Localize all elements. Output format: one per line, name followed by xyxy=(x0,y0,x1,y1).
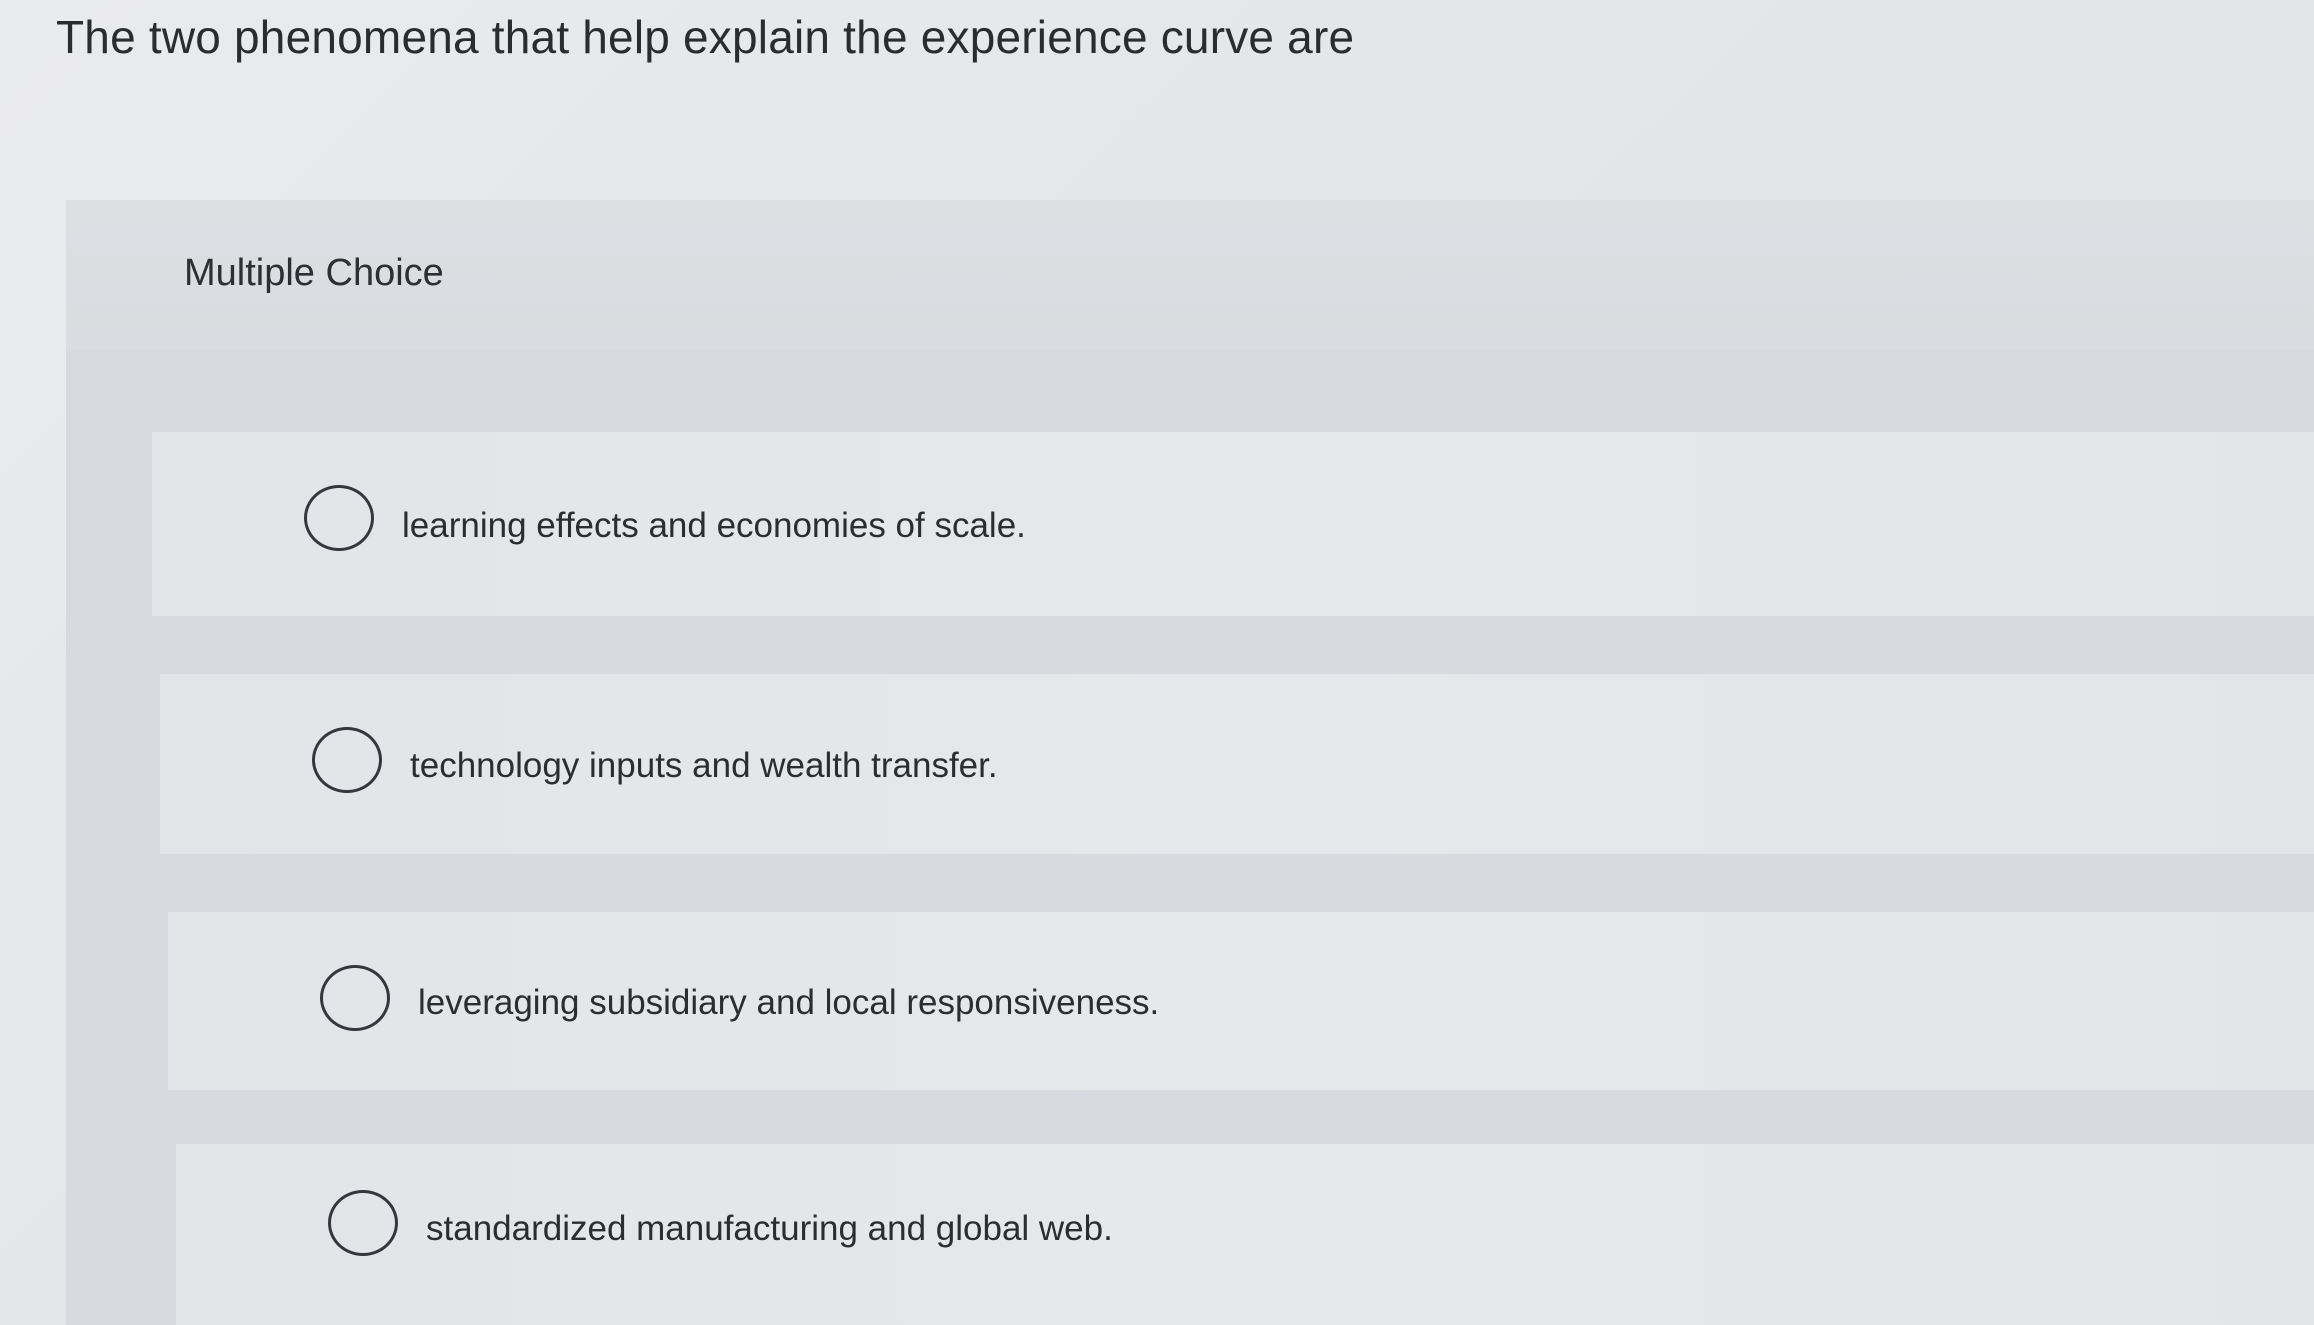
choice-option-1[interactable]: learning effects and economies of scale. xyxy=(152,432,2314,616)
choice-label-2: technology inputs and wealth transfer. xyxy=(410,746,998,785)
question-text: The two phenomena that help explain the … xyxy=(56,11,1355,63)
radio-button-1[interactable] xyxy=(304,485,374,551)
choice-option-2[interactable]: technology inputs and wealth transfer. xyxy=(160,674,2314,854)
question-type-label: Multiple Choice xyxy=(184,252,444,294)
choice-label-4: standardized manufacturing and global we… xyxy=(426,1209,1113,1248)
radio-button-4[interactable] xyxy=(328,1190,398,1256)
choice-option-3[interactable]: leveraging subsidiary and local responsi… xyxy=(168,912,2314,1090)
choice-label-3: leveraging subsidiary and local responsi… xyxy=(418,983,1160,1022)
radio-button-2[interactable] xyxy=(312,727,382,793)
panel-header: Multiple Choice xyxy=(66,200,2314,350)
choice-option-4[interactable]: standardized manufacturing and global we… xyxy=(176,1144,2314,1325)
answer-panel: Multiple Choice learning effects and eco… xyxy=(66,200,2314,1325)
radio-button-3[interactable] xyxy=(320,965,390,1031)
choice-label-1: learning effects and economies of scale. xyxy=(402,506,1026,545)
